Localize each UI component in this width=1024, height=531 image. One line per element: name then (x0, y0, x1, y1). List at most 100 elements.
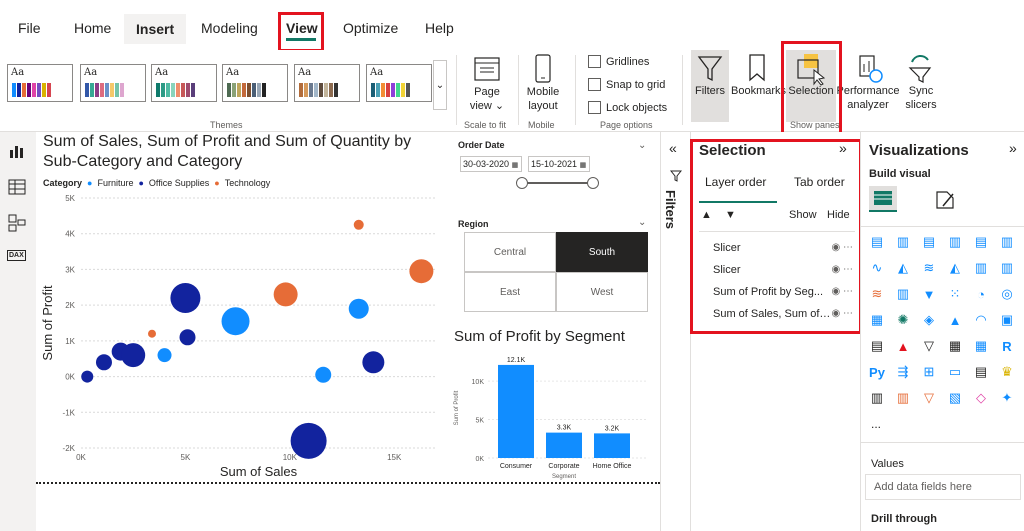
theme-swatch[interactable]: Aa (7, 64, 73, 102)
visual-type-icon[interactable]: ▤ (867, 336, 887, 356)
date-from-input[interactable]: 30-03-2020 ▦ (460, 156, 522, 172)
bookmarks-pane-button[interactable]: Bookmarks (731, 50, 786, 122)
visual-type-icon[interactable]: ▲ (893, 336, 913, 356)
sync-slicers-button[interactable]: Sync slicers (900, 50, 942, 122)
theme-swatch[interactable]: Aa (222, 64, 288, 102)
values-drop-well[interactable]: Add data fields here (865, 474, 1021, 500)
tab-optimize[interactable]: Optimize (343, 20, 398, 36)
bar-chart[interactable]: 0K 5K 10K Sum of Profit 12.1K Consumer 3.3K Cor… (448, 348, 648, 488)
selection-item[interactable]: Slicer ◉ ⋯ (691, 237, 861, 259)
visual-type-icon[interactable]: ∿ (867, 258, 887, 278)
visual-type-icon[interactable]: ◠ (971, 310, 991, 330)
visual-type-icon[interactable]: ♛ (997, 362, 1017, 382)
date-range-handle-end[interactable] (587, 177, 599, 189)
dax-query-view-icon[interactable]: DAX (7, 250, 26, 261)
move-down-icon[interactable]: ▼ (725, 209, 736, 221)
model-view-icon[interactable] (8, 214, 26, 232)
page-view-button[interactable]: Page view ⌄ (466, 85, 508, 113)
visual-type-icon[interactable]: ▥ (945, 232, 965, 252)
visual-type-icon[interactable]: ▤ (971, 362, 991, 382)
snap-to-grid-checkbox[interactable]: Snap to grid (588, 78, 665, 91)
tab-view[interactable]: View (286, 20, 318, 36)
theme-swatch[interactable]: Aa (366, 64, 432, 102)
visual-type-icon[interactable]: ◈ (919, 310, 939, 330)
themes-expand-button[interactable]: ⌄ (433, 60, 447, 110)
tab-file[interactable]: File (18, 20, 41, 36)
chevron-down-icon[interactable]: ⌄ (638, 140, 646, 151)
more-visuals-button[interactable]: ... (871, 417, 881, 431)
selection-pane-button[interactable]: Selection (786, 50, 836, 122)
visual-type-icon[interactable]: ▦ (971, 336, 991, 356)
visual-type-icon[interactable]: ⁙ (945, 284, 965, 304)
chevron-down-icon[interactable]: ⌄ (638, 217, 646, 228)
visual-type-icon[interactable]: ◇ (971, 388, 991, 408)
filters-pane-collapsed[interactable]: « Filters (660, 132, 690, 531)
region-option-south[interactable]: South (556, 232, 648, 272)
tab-insert[interactable]: Insert (124, 14, 187, 44)
visual-type-icon[interactable]: ▦ (867, 310, 887, 330)
format-visual-tab[interactable] (933, 188, 959, 212)
date-to-input[interactable]: 15-10-2021 ▦ (528, 156, 590, 172)
visual-type-icon[interactable]: ≋ (919, 258, 939, 278)
scatter-chart[interactable]: -2K -1K 0K 1K 2K 3K 4K 5K 0K 5K 10K 15K Sum of Sales… (36, 192, 446, 482)
visual-type-icon[interactable]: ▥ (867, 388, 887, 408)
visual-type-icon[interactable]: ▥ (893, 284, 913, 304)
lock-objects-checkbox[interactable]: Lock objects (588, 101, 667, 114)
visual-type-icon[interactable]: ▥ (997, 258, 1017, 278)
visual-type-icon[interactable]: ◔ (971, 284, 991, 304)
build-visual-tab[interactable] (869, 186, 897, 212)
visual-type-icon[interactable]: ✺ (893, 310, 913, 330)
selection-item[interactable]: Slicer ◉ ⋯ (691, 259, 861, 281)
visual-type-icon[interactable]: ▤ (867, 232, 887, 252)
region-option-west[interactable]: West (556, 272, 648, 312)
visual-type-icon[interactable]: ⊞ (919, 362, 939, 382)
region-option-east[interactable]: East (464, 272, 556, 312)
visual-type-icon[interactable]: ◭ (945, 258, 965, 278)
expand-filters-icon[interactable]: « (669, 140, 677, 156)
filters-pane-button[interactable]: Filters (691, 50, 729, 122)
visual-type-icon[interactable]: ▥ (893, 232, 913, 252)
hide-all-button[interactable]: Hide (827, 209, 850, 221)
tab-modeling[interactable]: Modeling (201, 20, 258, 36)
visual-type-icon[interactable]: ◎ (997, 284, 1017, 304)
visual-type-icon[interactable]: ▤ (971, 232, 991, 252)
visual-type-icon[interactable]: R (997, 336, 1017, 356)
visual-type-icon[interactable]: ▭ (945, 362, 965, 382)
tab-layer-order[interactable]: Layer order (705, 175, 766, 189)
report-view-icon[interactable] (8, 142, 26, 160)
visual-type-icon[interactable]: ≋ (867, 284, 887, 304)
selection-item[interactable]: Sum of Sales, Sum of ... ◉ ⋯ (691, 303, 861, 325)
visual-type-icon[interactable]: ▽ (919, 388, 939, 408)
data-view-icon[interactable] (8, 178, 26, 196)
visual-type-icon[interactable]: ✦ (997, 388, 1017, 408)
selection-item[interactable]: Sum of Profit by Seg... ◉ ⋯ (691, 281, 861, 303)
region-option-central[interactable]: Central (464, 232, 556, 272)
performance-analyzer-button[interactable]: Performance analyzer (836, 50, 900, 122)
visual-type-icon[interactable]: ▥ (997, 232, 1017, 252)
visual-type-icon[interactable]: ▦ (945, 336, 965, 356)
theme-swatch[interactable]: Aa (151, 64, 217, 102)
tab-home[interactable]: Home (74, 20, 111, 36)
show-all-button[interactable]: Show (789, 209, 817, 221)
collapse-viz-icon[interactable]: » (1009, 140, 1017, 156)
visual-type-icon[interactable]: ▥ (893, 388, 913, 408)
theme-swatch[interactable]: Aa (80, 64, 146, 102)
gridlines-checkbox[interactable]: Gridlines (588, 55, 649, 68)
visual-type-icon[interactable]: ▣ (997, 310, 1017, 330)
visual-type-icon[interactable]: Py (867, 362, 887, 382)
mobile-layout-button[interactable]: Mobile layout (522, 85, 564, 113)
move-up-icon[interactable]: ▲ (701, 209, 712, 221)
visual-type-icon[interactable]: ▽ (919, 336, 939, 356)
tab-tab-order[interactable]: Tab order (794, 175, 845, 189)
visual-type-icon[interactable]: ▥ (971, 258, 991, 278)
visual-type-icon[interactable]: ▲ (945, 310, 965, 330)
tab-help[interactable]: Help (425, 20, 454, 36)
date-range-handle-start[interactable] (516, 177, 528, 189)
visual-type-icon[interactable]: ◭ (893, 258, 913, 278)
visual-type-icon[interactable]: ▼ (919, 284, 939, 304)
visual-type-icon[interactable]: ▤ (919, 232, 939, 252)
visual-type-icon[interactable]: ▧ (945, 388, 965, 408)
theme-swatch[interactable]: Aa (294, 64, 360, 102)
collapse-selection-icon[interactable]: » (839, 140, 847, 156)
visual-type-icon[interactable]: ⇶ (893, 362, 913, 382)
